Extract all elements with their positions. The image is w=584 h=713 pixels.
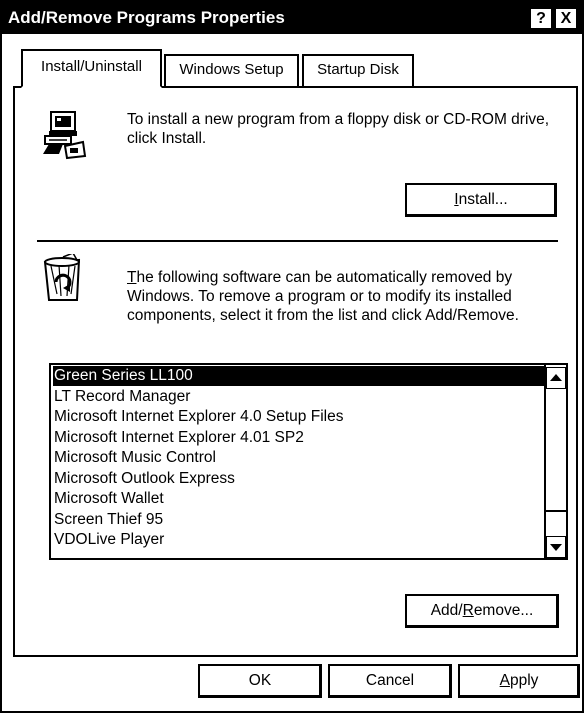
add-remove-button[interactable]: Add/Remove...: [405, 594, 559, 628]
install-button[interactable]: Install...: [405, 183, 557, 217]
close-button[interactable]: X: [555, 8, 577, 29]
install-button-label: nstall...: [458, 191, 508, 208]
window-title: Add/Remove Programs Properties: [8, 8, 285, 27]
scroll-track[interactable]: [546, 389, 566, 537]
installed-programs-list[interactable]: Green Series LL100 LT Record Manager Micro…: [49, 363, 568, 560]
arrow-down-icon: [550, 544, 562, 551]
list-item[interactable]: Microsoft Internet Explorer 4.01 SP2: [53, 428, 544, 448]
computer-floppy-icon: [37, 108, 89, 160]
scroll-thumb[interactable]: [546, 510, 566, 512]
apply-mnemonic: A: [499, 672, 510, 689]
list-item[interactable]: Green Series LL100: [53, 366, 544, 386]
add-remove-prefix: Add/: [430, 602, 463, 619]
tab-install-uninstall[interactable]: Install/Uninstall: [21, 49, 162, 88]
install-instructions: To install a new program from a floppy d…: [127, 111, 550, 147]
list-item[interactable]: Screen Thief 95: [53, 510, 544, 530]
vertical-scrollbar[interactable]: [544, 365, 566, 558]
list-item[interactable]: Microsoft Outlook Express: [53, 469, 544, 489]
scroll-down-button[interactable]: [546, 536, 566, 558]
arrow-up-icon: [550, 374, 562, 381]
apply-label: pply: [509, 672, 539, 689]
add-remove-mnemonic: R: [462, 602, 474, 619]
list-item[interactable]: VDOLive Player: [53, 530, 544, 550]
list-item[interactable]: Microsoft Internet Explorer 4.0 Setup Fi…: [53, 407, 544, 427]
tab-panel: To install a new program from a floppy d…: [13, 86, 578, 657]
section-divider: [37, 240, 558, 242]
uninstall-text: he following software can be automatical…: [127, 269, 519, 324]
cancel-button[interactable]: Cancel: [328, 664, 452, 698]
scroll-up-button[interactable]: [546, 367, 566, 389]
list-item[interactable]: Microsoft Wallet: [53, 489, 544, 509]
help-button[interactable]: ?: [530, 8, 552, 29]
recycle-bin-icon: [39, 252, 89, 306]
list-item[interactable]: LT Record Manager: [53, 387, 544, 407]
title-bar[interactable]: Add/Remove Programs Properties ? X: [2, 2, 582, 34]
add-remove-label: emove...: [473, 602, 534, 619]
ok-button[interactable]: OK: [198, 664, 322, 698]
uninstall-instructions: The following software can be automatica…: [127, 268, 567, 325]
tab-windows-setup[interactable]: Windows Setup: [164, 54, 299, 86]
list-item[interactable]: Microsoft Music Control: [53, 448, 544, 468]
apply-button[interactable]: Apply: [458, 664, 580, 698]
tab-startup-disk[interactable]: Startup Disk: [302, 54, 414, 86]
dialog-window: Add/Remove Programs Properties ? X Insta…: [0, 0, 584, 713]
